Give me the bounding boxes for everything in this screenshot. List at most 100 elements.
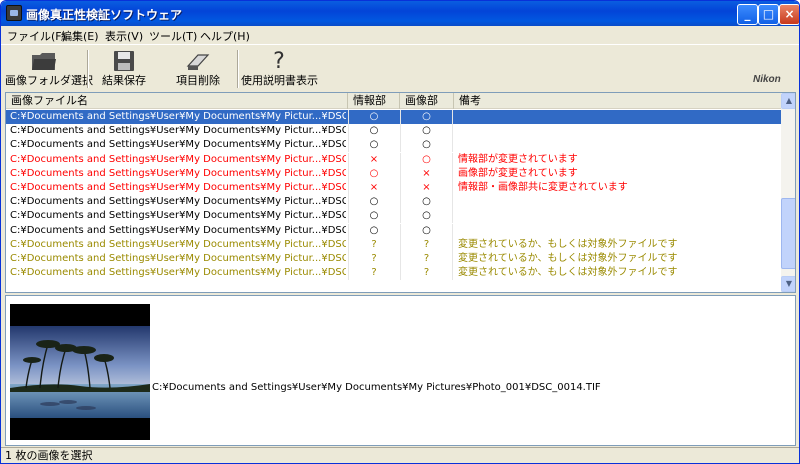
menu-tools[interactable]: ツール(T) <box>149 28 197 44</box>
cell-info-status: ? <box>348 237 399 252</box>
cell-filename: C:¥Documents and Settings¥User¥My Docume… <box>10 267 346 279</box>
minimize-icon: _ <box>744 7 751 21</box>
cell-info-status: ○ <box>348 223 399 238</box>
cell-note <box>458 124 778 138</box>
app-icon[interactable] <box>6 5 22 21</box>
table-row[interactable]: C:¥Documents and Settings¥User¥My Docume… <box>6 223 781 238</box>
cell-image-status: ○ <box>400 124 453 139</box>
menu-file[interactable]: ファイル(F) <box>7 28 66 44</box>
selected-file-path: C:¥Documents and Settings¥User¥My Docume… <box>152 382 601 393</box>
cell-info-status: ? <box>348 266 399 281</box>
cell-filename: C:¥Documents and Settings¥User¥My Docume… <box>10 238 346 250</box>
list-header: 画像ファイル名 情報部 画像部 備考 <box>6 93 781 109</box>
table-row[interactable]: C:¥Documents and Settings¥User¥My Docume… <box>6 266 781 281</box>
close-icon: × <box>784 7 795 21</box>
cell-info-status: ○ <box>348 124 399 139</box>
select-folder-label: 画像フォルダ選択 <box>5 74 93 87</box>
column-header-info[interactable]: 情報部 <box>348 93 400 109</box>
cell-filename: C:¥Documents and Settings¥User¥My Docume… <box>10 210 346 222</box>
title-bar[interactable]: 画像真正性検証ソフトウェア _ □ × <box>1 1 799 26</box>
cell-note <box>458 138 778 152</box>
maximize-icon: □ <box>762 7 775 21</box>
cell-filename: C:¥Documents and Settings¥User¥My Docume… <box>10 153 346 165</box>
delete-item-label: 項目削除 <box>176 74 220 87</box>
scroll-up-icon: ▲ <box>785 96 793 105</box>
cell-image-status: ○ <box>400 138 453 153</box>
cell-filename: C:¥Documents and Settings¥User¥My Docume… <box>10 111 346 122</box>
table-row[interactable]: C:¥Documents and Settings¥User¥My Docume… <box>6 110 781 124</box>
cell-note: 画像部が変更されています <box>458 167 578 179</box>
menu-bar: ファイル(F) 編集(E) 表示(V) ツール(T) ヘルプ(H) <box>1 26 799 44</box>
window-title: 画像真正性検証ソフトウェア <box>26 8 183 22</box>
cell-image-status: × <box>400 166 453 181</box>
cell-note <box>458 195 778 209</box>
file-list[interactable]: 画像ファイル名 情報部 画像部 備考 C:¥Documents and Sett… <box>5 92 796 293</box>
cell-filename: C:¥Documents and Settings¥User¥My Docume… <box>10 253 346 264</box>
vertical-scrollbar[interactable]: ▲ ▼ <box>781 93 795 292</box>
nikon-logo: Nikon <box>753 74 781 85</box>
cell-info-status: × <box>348 181 399 195</box>
column-header-filename[interactable]: 画像ファイル名 <box>6 93 348 109</box>
cell-info-status: ○ <box>348 138 399 153</box>
cell-note <box>458 209 778 223</box>
table-row[interactable]: C:¥Documents and Settings¥User¥My Docume… <box>6 237 781 252</box>
table-row[interactable]: C:¥Documents and Settings¥User¥My Docume… <box>6 195 781 210</box>
minimize-button[interactable]: _ <box>737 4 758 25</box>
table-row[interactable]: C:¥Documents and Settings¥User¥My Docume… <box>6 209 781 224</box>
cell-note: 情報部・画像部共に変更されています <box>458 182 628 193</box>
toolbar: 画像フォルダ選択 結果保存 項目削除 ? 使用説明書表示 <box>1 44 799 90</box>
cell-filename: C:¥Documents and Settings¥User¥My Docume… <box>10 167 346 179</box>
cell-info-status: ○ <box>348 195 399 210</box>
cell-note: 変更されているか、もしくは対象外ファイルです <box>458 267 678 279</box>
show-manual-button[interactable]: ? 使用説明書表示 <box>241 48 318 90</box>
scroll-down-button[interactable]: ▼ <box>781 276 795 292</box>
eraser-icon <box>186 54 210 70</box>
cell-note: 情報部が変更されています <box>458 153 578 165</box>
cell-image-status: ○ <box>400 110 453 124</box>
menu-view[interactable]: 表示(V) <box>105 28 143 44</box>
table-row[interactable]: C:¥Documents and Settings¥User¥My Docume… <box>6 181 781 195</box>
toolbar-separator <box>237 50 239 88</box>
cell-info-status: × <box>348 152 399 167</box>
delete-item-button[interactable]: 項目削除 <box>163 48 233 90</box>
table-row[interactable]: C:¥Documents and Settings¥User¥My Docume… <box>6 138 781 153</box>
column-header-notes[interactable]: 備考 <box>454 93 781 109</box>
select-folder-button[interactable]: 画像フォルダ選択 <box>5 48 93 90</box>
cell-note: 変更されているか、もしくは対象外ファイルです <box>458 238 678 250</box>
cell-image-status: ? <box>400 237 453 252</box>
scroll-thumb[interactable] <box>781 198 795 269</box>
svg-text:?: ? <box>273 49 285 72</box>
cell-image-status: ○ <box>400 223 453 238</box>
image-thumbnail <box>10 304 150 440</box>
table-row[interactable]: C:¥Documents and Settings¥User¥My Docume… <box>6 166 781 181</box>
cell-image-status: ○ <box>400 195 453 210</box>
cell-info-status: ○ <box>348 110 399 124</box>
help-question-icon: ? <box>273 49 285 72</box>
table-row[interactable]: C:¥Documents and Settings¥User¥My Docume… <box>6 252 781 266</box>
menu-help[interactable]: ヘルプ(H) <box>200 28 250 44</box>
cell-info-status: ○ <box>348 166 399 181</box>
app-window: 画像真正性検証ソフトウェア _ □ × ファイル(F) 編集(E) 表示(V) … <box>0 0 800 464</box>
toolbar-separator <box>87 50 89 88</box>
save-results-label: 結果保存 <box>102 74 146 87</box>
preview-panel: C:¥Documents and Settings¥User¥My Docume… <box>5 295 796 446</box>
close-button[interactable]: × <box>779 4 799 25</box>
cell-info-status: ? <box>348 252 399 266</box>
folder-icon <box>32 53 56 70</box>
cell-image-status: ? <box>400 266 453 281</box>
cell-note: 変更されているか、もしくは対象外ファイルです <box>458 253 678 264</box>
cell-note <box>458 224 778 238</box>
cell-image-status: ○ <box>400 152 453 167</box>
cell-filename: C:¥Documents and Settings¥User¥My Docume… <box>10 224 346 236</box>
column-header-image[interactable]: 画像部 <box>400 93 454 109</box>
cell-note <box>458 110 778 124</box>
table-row[interactable]: C:¥Documents and Settings¥User¥My Docume… <box>6 152 781 167</box>
menu-edit[interactable]: 編集(E) <box>61 28 99 44</box>
cell-image-status: ○ <box>400 209 453 224</box>
save-icon <box>114 51 134 71</box>
save-results-button[interactable]: 結果保存 <box>93 48 155 90</box>
scroll-up-button[interactable]: ▲ <box>781 93 795 109</box>
table-row[interactable]: C:¥Documents and Settings¥User¥My Docume… <box>6 124 781 139</box>
cell-image-status: ? <box>400 252 453 266</box>
maximize-button[interactable]: □ <box>758 4 779 25</box>
